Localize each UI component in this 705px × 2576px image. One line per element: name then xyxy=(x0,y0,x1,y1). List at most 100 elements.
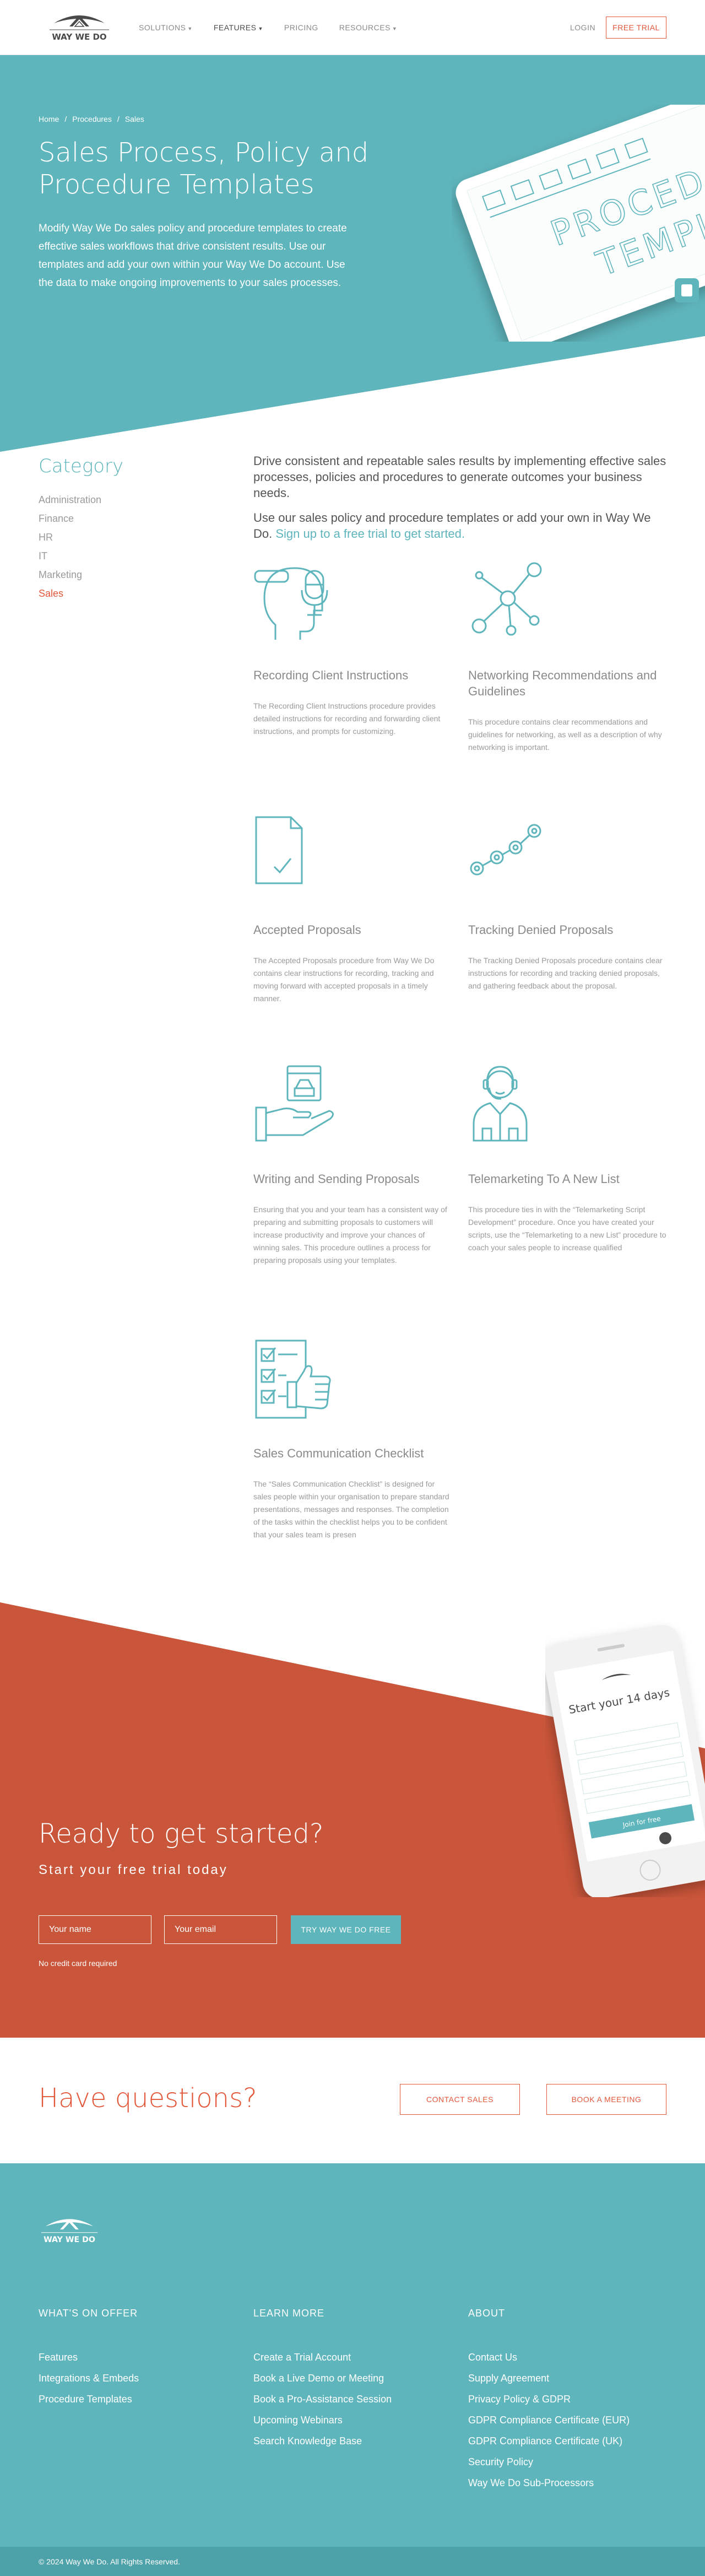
breadcrumb-separator: / xyxy=(64,115,67,123)
intro-paragraph-2: Use our sales policy and procedure templ… xyxy=(253,511,651,541)
name-input[interactable]: Your name xyxy=(39,1915,151,1944)
try-free-button[interactable]: TRY WAY WE DO FREE xyxy=(291,1915,401,1944)
category-it[interactable]: IT xyxy=(39,547,204,565)
way-we-do-logo[interactable]: WAY WE DO xyxy=(39,11,120,44)
category-finance[interactable]: Finance xyxy=(39,509,204,528)
footer-link[interactable]: Book a Live Demo or Meeting xyxy=(253,2368,452,2389)
hero-section: Home / Procedures / Sales Sales Process,… xyxy=(0,55,705,452)
intro-text: Drive consistent and repeatable sales re… xyxy=(253,453,672,550)
contact-sales-button[interactable]: CONTACT SALES xyxy=(400,2084,520,2115)
top-navigation: WAY WE DO SOLUTIONS ▼ FEATURES ▼ PRICING R… xyxy=(0,0,705,55)
template-card[interactable]: Recording Client Instructions The Record… xyxy=(253,560,452,738)
card-description: The “Sales Communication Checklist” is d… xyxy=(253,1479,449,1539)
template-card[interactable]: Writing and Sending Proposals Ensuring t… xyxy=(253,1063,452,1267)
footer-link[interactable]: Way We Do Sub-Processors xyxy=(468,2472,666,2493)
card-title: Networking Recommendations and Guideline… xyxy=(468,668,657,698)
telemarketer-icon xyxy=(473,1066,528,1142)
card-title: Accepted Proposals xyxy=(253,923,361,937)
footer-link[interactable]: Book a Pro-Assistance Session xyxy=(253,2389,452,2410)
card-description: This procedure ties in with the “Telemar… xyxy=(468,1205,666,1252)
caret-down-icon: ▼ xyxy=(392,26,398,31)
footer-link[interactable]: Create a Trial Account xyxy=(253,2347,452,2368)
email-input[interactable]: Your email xyxy=(164,1915,277,1944)
category-hr[interactable]: HR xyxy=(39,528,204,547)
footer-link[interactable]: Security Policy xyxy=(468,2451,666,2472)
card-description: The Recording Client Instructions proced… xyxy=(253,701,441,736)
free-trial-button[interactable]: FREE TRIAL xyxy=(606,17,666,39)
card-description: The Accepted Proposals procedure from Wa… xyxy=(253,956,435,1003)
main-menu: SOLUTIONS ▼ FEATURES ▼ PRICING RESOURCES ▼ xyxy=(139,0,397,55)
cta-heading: Ready to get started? xyxy=(39,1818,324,1849)
breadcrumb-sales[interactable]: Sales xyxy=(125,115,144,123)
card-title: Telemarketing To A New List xyxy=(468,1172,620,1186)
category-sales[interactable]: Sales xyxy=(39,584,204,603)
card-title: Sales Communication Checklist xyxy=(253,1446,424,1460)
tracking-nodes-icon xyxy=(470,824,541,876)
footer-column-title: LEARN MORE xyxy=(253,2308,325,2319)
category-marketing[interactable]: Marketing xyxy=(39,565,204,584)
footer-logo[interactable]: WAY WE DO xyxy=(31,2214,108,2247)
template-card[interactable]: Sales Communication Checklist The “Sales… xyxy=(253,1338,452,1541)
caret-down-icon: ▼ xyxy=(187,26,193,31)
template-card[interactable]: Tracking Denied Proposals The Tracking D… xyxy=(468,814,666,992)
breadcrumb-separator: / xyxy=(117,115,120,123)
card-description: This procedure contains clear recommenda… xyxy=(468,717,662,752)
copyright: © 2024 Way We Do. All Rights Reserved. xyxy=(0,2547,705,2576)
footer-link[interactable]: Procedure Templates xyxy=(39,2389,237,2410)
card-description: The Tracking Denied Proposals procedure … xyxy=(468,956,663,990)
cta-section: Start your 14 days Join for free Ready t… xyxy=(0,1602,705,2038)
card-title: Writing and Sending Proposals xyxy=(253,1172,420,1186)
phone-illustration: Start your 14 days Join for free xyxy=(545,1624,705,1897)
nav-resources[interactable]: RESOURCES ▼ xyxy=(339,23,398,32)
footer-link[interactable]: Features xyxy=(39,2347,237,2368)
category-administration[interactable]: Administration xyxy=(39,490,204,509)
logo-text: WAY WE DO xyxy=(52,32,106,42)
footer-column-learn: LEARN MORE Create a Trial Account Book a… xyxy=(253,2308,452,2451)
card-title: Recording Client Instructions xyxy=(253,668,409,682)
footer-column-title: WHAT'S ON OFFER xyxy=(39,2308,138,2319)
hero-description: Modify Way We Do sales policy and proced… xyxy=(39,223,347,289)
network-icon xyxy=(471,562,542,636)
nav-pricing[interactable]: PRICING xyxy=(284,23,318,32)
caret-down-icon: ▼ xyxy=(258,26,263,31)
book-meeting-button[interactable]: BOOK A MEETING xyxy=(546,2084,666,2115)
document-check-icon xyxy=(255,816,303,884)
login-link[interactable]: LOGIN xyxy=(570,23,595,32)
footer-link[interactable]: Integrations & Embeds xyxy=(39,2368,237,2389)
footer: WAY WE DO WHAT'S ON OFFER Features Integ… xyxy=(0,2163,705,2576)
cta-subheading: Start your free trial today xyxy=(39,1862,228,1877)
footer-link[interactable]: Search Knowledge Base xyxy=(253,2431,452,2451)
breadcrumb-procedures[interactable]: Procedures xyxy=(72,115,112,123)
breadcrumb-home[interactable]: Home xyxy=(39,115,59,123)
category-sidebar: Category Administration Finance HR IT Ma… xyxy=(39,455,204,603)
tablet-illustration: PROCED TEMPL xyxy=(455,105,705,342)
footer-link[interactable]: GDPR Compliance Certificate (EUR) xyxy=(468,2410,666,2431)
footer-column-title: ABOUT xyxy=(468,2308,506,2319)
page-title: Sales Process, Policy and Procedure Temp… xyxy=(39,137,369,200)
no-credit-card-note: No credit card required xyxy=(39,1959,117,1968)
free-trial-link[interactable]: Sign up to a free trial to get started. xyxy=(275,527,465,541)
nav-solutions[interactable]: SOLUTIONS ▼ xyxy=(139,23,193,32)
footer-link[interactable]: GDPR Compliance Certificate (UK) xyxy=(468,2431,666,2451)
hand-proposal-icon xyxy=(255,1065,334,1142)
nav-features[interactable]: FEATURES ▼ xyxy=(214,23,263,32)
template-card[interactable]: Networking Recommendations and Guideline… xyxy=(468,560,666,754)
footer-link[interactable]: Contact Us xyxy=(468,2347,666,2368)
footer-link[interactable]: Privacy Policy & GDPR xyxy=(468,2389,666,2410)
questions-section: Have questions? CONTACT SALES BOOK A MEE… xyxy=(0,2038,705,2163)
footer-logo-text: WAY WE DO xyxy=(44,2235,95,2244)
footer-link[interactable]: Supply Agreement xyxy=(468,2368,666,2389)
footer-column-about: ABOUT Contact Us Supply Agreement Privac… xyxy=(468,2308,666,2493)
headset-head-icon xyxy=(254,567,328,640)
footer-column-offer: WHAT'S ON OFFER Features Integrations & … xyxy=(39,2308,237,2410)
questions-heading: Have questions? xyxy=(39,2083,257,2114)
breadcrumb: Home / Procedures / Sales xyxy=(39,115,144,123)
checklist-thumbs-up-icon xyxy=(255,1340,331,1419)
intro-paragraph: Drive consistent and repeatable sales re… xyxy=(253,454,666,500)
card-title: Tracking Denied Proposals xyxy=(468,923,614,937)
template-card[interactable]: Accepted Proposals The Accepted Proposal… xyxy=(253,814,452,1005)
footer-link[interactable]: Upcoming Webinars xyxy=(253,2410,452,2431)
category-heading: Category xyxy=(39,455,124,477)
card-description: Ensuring that you and your team has a co… xyxy=(253,1205,447,1265)
template-card[interactable]: Telemarketing To A New List This procedu… xyxy=(468,1063,666,1254)
